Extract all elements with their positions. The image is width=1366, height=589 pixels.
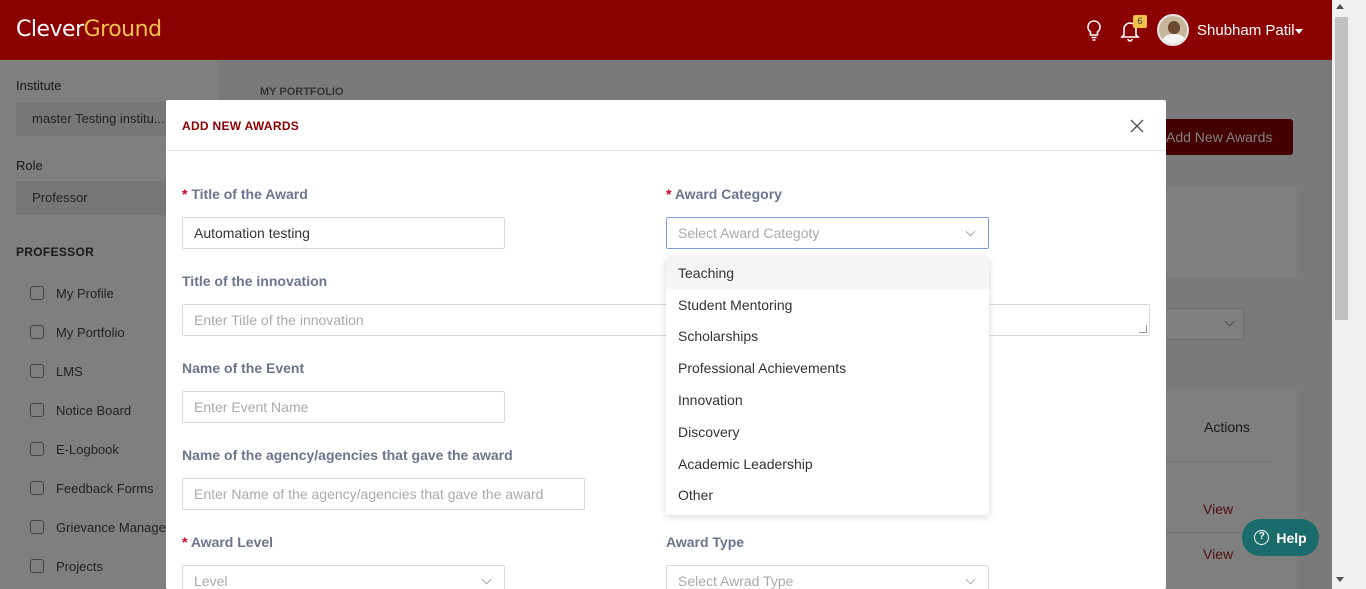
award-type-select[interactable]: Select Awrad Type bbox=[666, 565, 989, 589]
logo-text-clever: Clever bbox=[16, 17, 84, 42]
event-name-label: Name of the Event bbox=[182, 360, 305, 376]
award-level-label-text: Award Level bbox=[190, 534, 274, 550]
award-level-select[interactable]: Level bbox=[182, 565, 505, 589]
help-label: Help bbox=[1276, 529, 1307, 546]
award-category-select[interactable]: Select Award Categoty bbox=[666, 217, 989, 249]
chevron-down-icon bbox=[481, 574, 492, 585]
dropdown-option[interactable]: Scholarships bbox=[666, 320, 989, 352]
top-navbar: CleverGround 6 Shubham Patil bbox=[0, 0, 1332, 60]
award-title-label: * Title of the Award bbox=[182, 186, 308, 202]
innovation-title-placeholder: Enter Title of the innovation bbox=[194, 312, 364, 328]
scroll-down-icon[interactable] bbox=[1336, 577, 1344, 582]
modal-header: ADD NEW AWARDS bbox=[166, 100, 1166, 151]
avatar[interactable] bbox=[1157, 14, 1189, 46]
award-category-placeholder: Select Award Categoty bbox=[678, 225, 820, 241]
innovation-title-label: Title of the innovation bbox=[182, 273, 328, 289]
award-title-label-text: Title of the Award bbox=[191, 186, 308, 202]
app-logo[interactable]: CleverGround bbox=[16, 17, 162, 42]
event-name-input[interactable]: Enter Event Name bbox=[182, 391, 505, 423]
chevron-down-icon[interactable] bbox=[1295, 29, 1303, 34]
dropdown-option[interactable]: Teaching bbox=[666, 257, 989, 289]
dropdown-option[interactable]: Academic Leadership bbox=[666, 448, 989, 480]
agency-input[interactable]: Enter Name of the agency/agencies that g… bbox=[182, 478, 585, 510]
user-name[interactable]: Shubham Patil bbox=[1197, 22, 1295, 39]
dropdown-option[interactable]: Professional Achievements bbox=[666, 352, 989, 384]
question-icon: ? bbox=[1254, 530, 1270, 545]
modal-title: ADD NEW AWARDS bbox=[182, 119, 300, 133]
logo-text-ground: Ground bbox=[83, 17, 162, 42]
page-scrollbar[interactable] bbox=[1332, 0, 1366, 589]
scroll-up-icon[interactable] bbox=[1336, 4, 1344, 9]
chevron-down-icon bbox=[965, 226, 976, 237]
award-type-label: Award Type bbox=[666, 534, 745, 550]
help-button[interactable]: ? Help bbox=[1242, 519, 1319, 556]
dropdown-option[interactable]: Other bbox=[666, 479, 989, 511]
award-category-dropdown: Teaching Student Mentoring Scholarships … bbox=[666, 257, 989, 515]
award-type-placeholder: Select Awrad Type bbox=[678, 573, 794, 589]
notification-badge: 6 bbox=[1133, 15, 1147, 28]
agency-label: Name of the agency/agencies that gave th… bbox=[182, 447, 513, 463]
award-title-input[interactable]: Automation testing bbox=[182, 217, 505, 249]
award-level-placeholder: Level bbox=[194, 573, 228, 589]
award-category-label-text: Award Category bbox=[674, 186, 782, 202]
dropdown-option[interactable]: Innovation bbox=[666, 384, 989, 416]
lightbulb-icon[interactable] bbox=[1082, 18, 1106, 42]
chevron-down-icon bbox=[965, 574, 976, 585]
dropdown-option[interactable]: Discovery bbox=[666, 416, 989, 448]
award-level-label: * Award Level bbox=[182, 534, 274, 550]
award-category-label: * Award Category bbox=[666, 186, 782, 202]
resize-handle-icon[interactable] bbox=[1139, 325, 1147, 333]
close-icon[interactable] bbox=[1129, 118, 1145, 134]
dropdown-option[interactable]: Student Mentoring bbox=[666, 289, 989, 321]
scrollbar-thumb[interactable] bbox=[1335, 17, 1348, 320]
